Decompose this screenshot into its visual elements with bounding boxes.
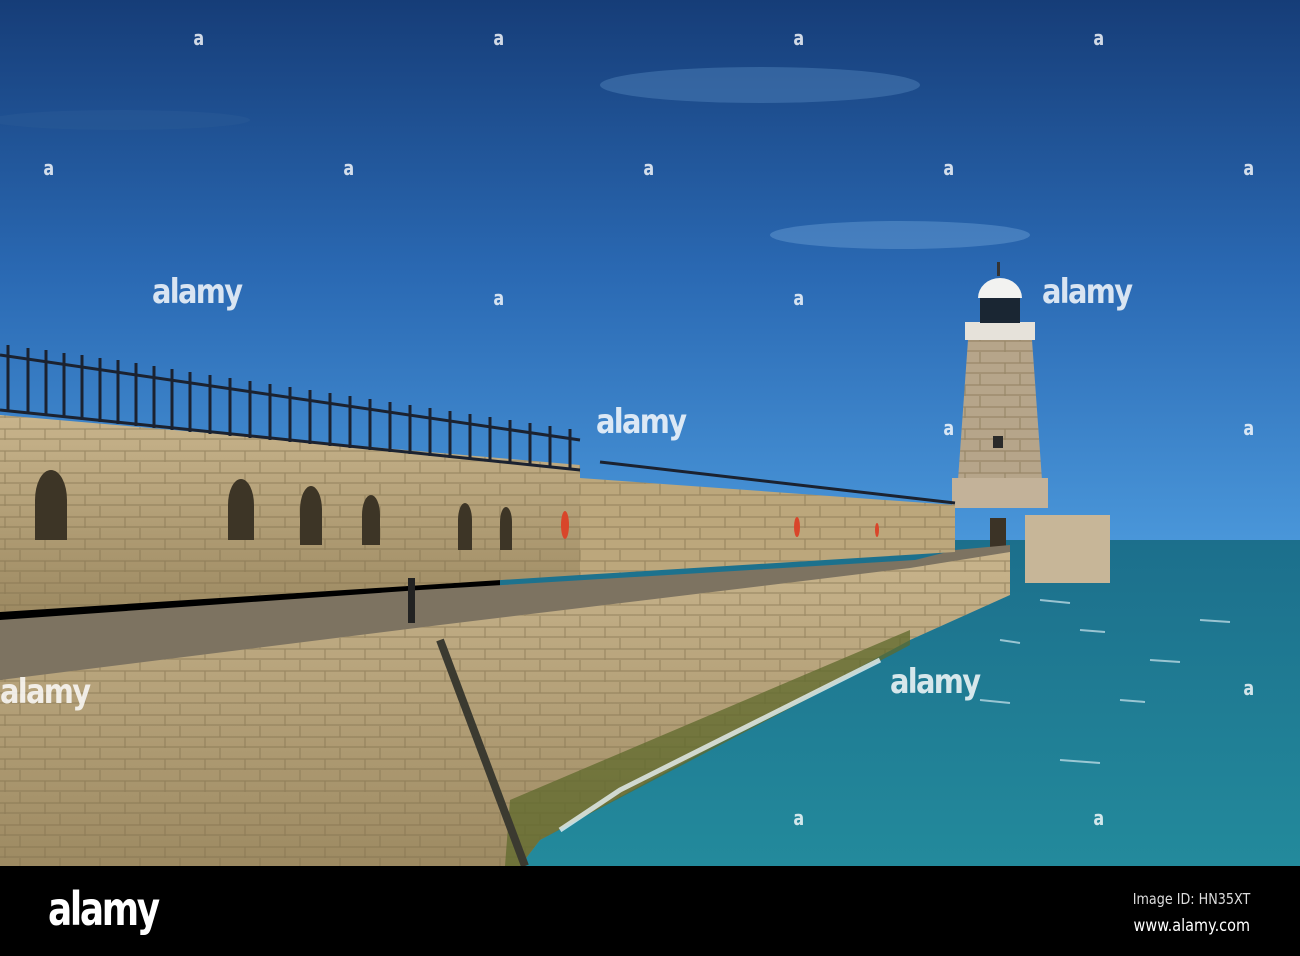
watermark-mark: a: [343, 156, 355, 180]
watermark-mark: a: [1093, 806, 1105, 830]
cloud: [0, 110, 250, 130]
brand-logo[interactable]: alamy: [48, 882, 160, 936]
watermark-mark: a: [643, 156, 655, 180]
image-id: Image ID: HN35XT: [1132, 890, 1250, 908]
watermark-mark: a: [1093, 26, 1105, 50]
watermark-mark: a: [43, 156, 55, 180]
watermark-mark: a: [493, 26, 505, 50]
bollard: [408, 578, 415, 623]
watermark: alamy: [1042, 272, 1133, 312]
watermark-mark: a: [493, 286, 505, 310]
site-url[interactable]: www.alamy.com: [1134, 916, 1250, 936]
watermark: alamy: [596, 402, 687, 442]
pier-head: [1025, 515, 1110, 583]
watermark: alamy: [0, 672, 91, 712]
watermark-mark: a: [793, 286, 805, 310]
watermark-mark: a: [943, 156, 955, 180]
watermark: alamy: [152, 272, 243, 312]
watermark-mark: a: [793, 806, 805, 830]
watermark-mark: a: [943, 416, 955, 440]
cloud: [600, 67, 920, 103]
watermark-mark: a: [193, 26, 205, 50]
stock-photo-page: alamy alamy alamy alamy alamy a a a a a …: [0, 0, 1300, 956]
cloud: [770, 221, 1030, 249]
footer-bar: alamy Image ID: HN35XT www.alamy.com: [0, 866, 1300, 956]
watermark-mark: a: [793, 26, 805, 50]
watermark-mark: a: [1243, 416, 1255, 440]
watermark-mark: a: [1243, 676, 1255, 700]
watermark-mark: a: [1243, 156, 1255, 180]
watermark: alamy: [890, 662, 981, 702]
